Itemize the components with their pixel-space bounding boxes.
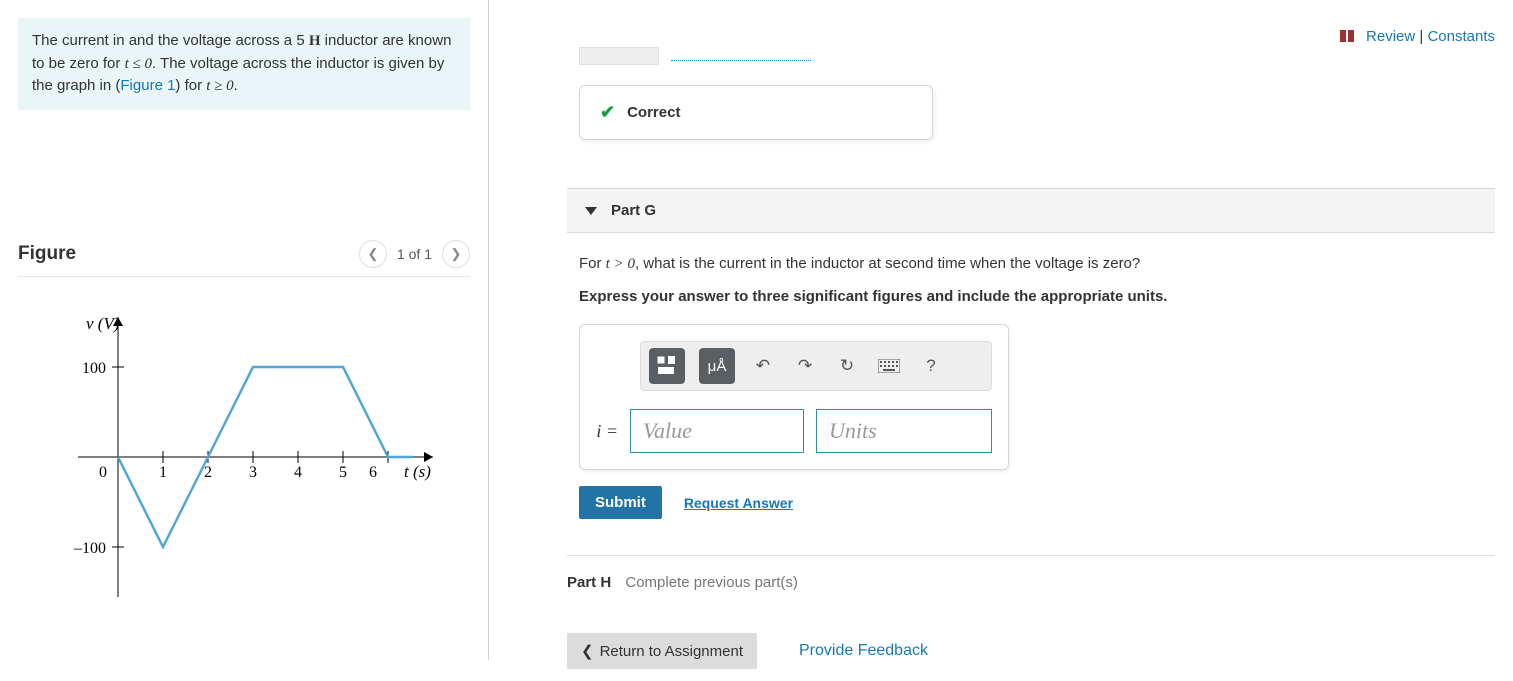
svg-text:100: 100 [82,360,106,377]
submit-button[interactable]: Submit [579,486,662,519]
svg-text:–100: –100 [73,540,106,557]
unit-henry: H [309,33,321,49]
intro-text: The current in and the voltage across a … [32,32,309,49]
part-h-title: Part H [567,574,611,591]
provide-feedback-link[interactable]: Provide Feedback [799,642,928,660]
feedback-box: ✔ Correct [579,85,933,140]
svg-text:5: 5 [339,464,347,481]
templates-icon[interactable] [649,348,685,384]
svg-text:3: 3 [249,464,257,481]
svg-text:6: 6 [369,464,377,481]
svg-text:1: 1 [159,464,167,481]
help-icon[interactable]: ? [917,352,945,380]
figure-chart: 0 1 2 3 4 5 6 100 –100 v (V) t (s) [48,297,470,611]
part-g-instruction: Express your answer to three significant… [579,286,1495,309]
figure-prev-button[interactable]: ❮ [359,240,387,268]
svg-text:t (s): t (s) [404,462,431,481]
variable-label: i = [596,421,618,442]
constants-link[interactable]: Constants [1427,28,1495,45]
answer-box: μÅ ↶ ↷ ↻ ? i = [579,324,1009,470]
figure-link[interactable]: Figure 1 [120,77,175,94]
chevron-down-icon [585,207,597,215]
figure-next-button[interactable]: ❯ [442,240,470,268]
reset-icon[interactable]: ↻ [833,352,861,380]
part-g-title: Part G [611,202,656,219]
part-h-row: Part H Complete previous part(s) [567,574,1495,591]
redo-icon[interactable]: ↷ [791,352,819,380]
units-icon[interactable]: μÅ [699,348,735,384]
review-link[interactable]: Review [1366,28,1415,45]
svg-text:0: 0 [99,464,107,481]
units-input[interactable] [816,409,992,453]
part-g-header[interactable]: Part G [567,188,1495,233]
svg-text:2: 2 [204,464,212,481]
problem-intro: The current in and the voltage across a … [18,18,470,110]
request-answer-link[interactable]: Request Answer [684,495,793,511]
figure-heading: Figure [18,243,76,265]
top-links: Review | Constants [519,0,1495,47]
svg-text:v (V): v (V) [86,314,120,333]
prev-answers-stub [579,47,1495,65]
value-input[interactable] [630,409,804,453]
keyboard-icon[interactable] [875,352,903,380]
figure-pager: ❮ 1 of 1 ❯ [359,240,470,268]
figure-pager-label: 1 of 1 [397,246,432,262]
answer-toolbar: μÅ ↶ ↷ ↻ ? [640,341,992,391]
correct-label: Correct [627,104,680,121]
return-button[interactable]: ❮ Return to Assignment [567,633,757,669]
book-icon [1340,29,1356,47]
svg-text:4: 4 [294,464,302,481]
chevron-left-icon: ❮ [581,642,594,660]
part-g-question: For t > 0, what is the current in the in… [579,253,1495,276]
part-h-status: Complete previous part(s) [625,574,798,591]
undo-icon[interactable]: ↶ [749,352,777,380]
check-icon: ✔ [600,102,615,123]
